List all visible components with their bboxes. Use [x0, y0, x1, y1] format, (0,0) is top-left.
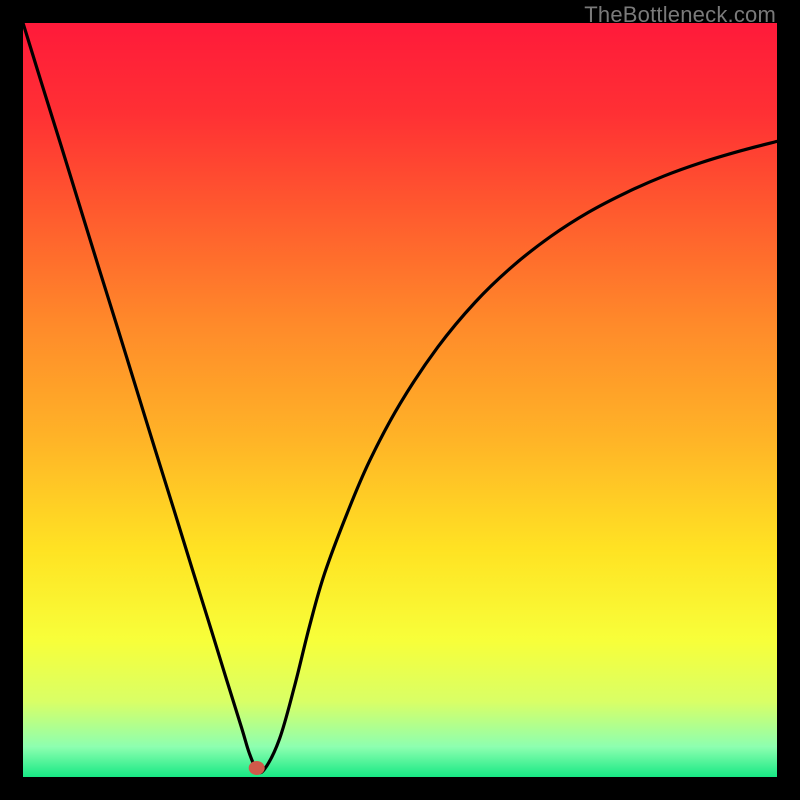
- chart-plot-area: [23, 23, 777, 777]
- chart-svg: [23, 23, 777, 777]
- watermark-text: TheBottleneck.com: [584, 2, 776, 28]
- chart-frame: TheBottleneck.com: [0, 0, 800, 800]
- gradient-background: [23, 23, 777, 777]
- optimal-point-marker: [249, 761, 265, 775]
